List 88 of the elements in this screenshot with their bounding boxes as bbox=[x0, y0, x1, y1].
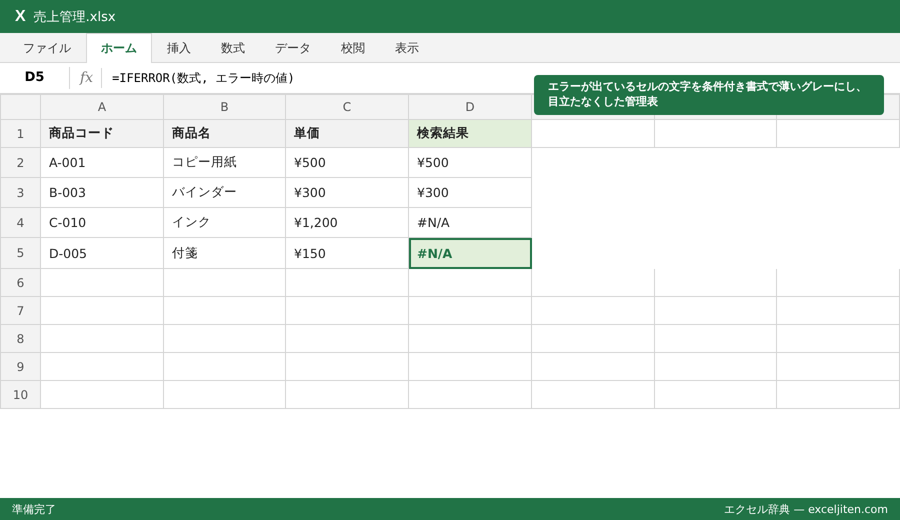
row-header[interactable]: 5 bbox=[1, 238, 41, 269]
app-icon: X bbox=[15, 8, 26, 26]
ribbon-tab[interactable]: 表示 bbox=[380, 33, 434, 62]
table-cell[interactable] bbox=[164, 353, 286, 381]
site-credit: エクセル辞典 — exceljiten.com bbox=[724, 502, 888, 516]
table-cell[interactable]: B-003 bbox=[41, 178, 164, 208]
header-cell[interactable]: 商品コード bbox=[41, 120, 164, 148]
table-cell[interactable] bbox=[532, 381, 655, 409]
table-cell[interactable] bbox=[409, 269, 532, 297]
row-header[interactable]: 10 bbox=[1, 381, 41, 409]
table-cell[interactable] bbox=[409, 381, 532, 409]
status-text: 準備完了 bbox=[12, 502, 56, 516]
table-cell[interactable]: ¥500 bbox=[286, 148, 409, 178]
table-cell[interactable]: ¥1,200 bbox=[286, 208, 409, 238]
ribbon-tab[interactable]: 校閲 bbox=[326, 33, 380, 62]
name-box[interactable]: D5 bbox=[0, 67, 70, 89]
table-cell[interactable] bbox=[655, 269, 777, 297]
table-cell[interactable] bbox=[532, 353, 655, 381]
table-cell[interactable] bbox=[532, 297, 655, 325]
column-header[interactable]: C bbox=[286, 95, 409, 120]
table-cell[interactable]: #N/A bbox=[409, 208, 532, 238]
table-cell[interactable]: C-010 bbox=[41, 208, 164, 238]
table-cell[interactable] bbox=[409, 297, 532, 325]
table-cell[interactable] bbox=[286, 269, 409, 297]
table-cell[interactable]: ¥500 bbox=[409, 148, 532, 178]
table-cell[interactable] bbox=[409, 353, 532, 381]
row-header[interactable]: 4 bbox=[1, 208, 41, 238]
table-cell[interactable] bbox=[532, 325, 655, 353]
select-all-corner[interactable] bbox=[1, 95, 41, 120]
table-cell[interactable] bbox=[655, 325, 777, 353]
table-cell[interactable]: ¥150 bbox=[286, 238, 409, 269]
table-cell[interactable] bbox=[655, 120, 777, 148]
column-header[interactable]: B bbox=[164, 95, 286, 120]
table-cell[interactable] bbox=[164, 381, 286, 409]
table-cell[interactable] bbox=[777, 120, 900, 148]
ribbon-tab[interactable]: データ bbox=[260, 33, 326, 62]
table-cell[interactable] bbox=[655, 381, 777, 409]
table-cell[interactable] bbox=[41, 269, 164, 297]
function-label[interactable]: fx bbox=[70, 68, 102, 88]
table-cell[interactable] bbox=[777, 353, 900, 381]
formula-field[interactable]: =IFERROR(数式, エラー時の値) bbox=[102, 70, 295, 86]
callout-tooltip: エラーが出ているセルの文字を条件付き書式で薄いグレーにし、目立たなくした管理表 bbox=[534, 75, 884, 115]
column-header[interactable]: D bbox=[409, 95, 532, 120]
table-cell[interactable]: インク bbox=[164, 208, 286, 238]
table-cell[interactable] bbox=[164, 325, 286, 353]
table-cell[interactable] bbox=[777, 297, 900, 325]
table-cell[interactable] bbox=[286, 325, 409, 353]
table-cell[interactable] bbox=[655, 297, 777, 325]
table-cell[interactable]: 付箋 bbox=[164, 238, 286, 269]
table-cell[interactable] bbox=[41, 381, 164, 409]
table-cell[interactable] bbox=[777, 381, 900, 409]
table-cell[interactable] bbox=[655, 353, 777, 381]
window-title: 売上管理.xlsx bbox=[34, 8, 116, 26]
column-header[interactable]: A bbox=[41, 95, 164, 120]
table-cell[interactable] bbox=[41, 325, 164, 353]
header-cell[interactable]: 単価 bbox=[286, 120, 409, 148]
table-cell[interactable]: D-005 bbox=[41, 238, 164, 269]
ribbon-tab[interactable]: ホーム bbox=[86, 33, 152, 63]
table-cell[interactable] bbox=[532, 269, 655, 297]
row-header[interactable]: 3 bbox=[1, 178, 41, 208]
table-cell[interactable] bbox=[164, 297, 286, 325]
table-cell[interactable]: #N/A bbox=[409, 238, 532, 269]
table-cell[interactable] bbox=[41, 353, 164, 381]
header-cell[interactable]: 検索結果 bbox=[409, 120, 532, 148]
header-cell[interactable]: 商品名 bbox=[164, 120, 286, 148]
row-header[interactable]: 2 bbox=[1, 148, 41, 178]
table-cell[interactable]: ¥300 bbox=[286, 178, 409, 208]
row-header[interactable]: 9 bbox=[1, 353, 41, 381]
table-cell[interactable] bbox=[777, 325, 900, 353]
table-cell[interactable] bbox=[777, 269, 900, 297]
table-cell[interactable] bbox=[286, 353, 409, 381]
table-cell[interactable]: バインダー bbox=[164, 178, 286, 208]
table-cell[interactable] bbox=[286, 381, 409, 409]
table-cell[interactable] bbox=[286, 297, 409, 325]
row-header[interactable]: 8 bbox=[1, 325, 41, 353]
table-cell[interactable] bbox=[409, 325, 532, 353]
ribbon-tab[interactable]: 挿入 bbox=[152, 33, 206, 62]
table-cell[interactable]: コピー用紙 bbox=[164, 148, 286, 178]
table-cell[interactable] bbox=[532, 120, 655, 148]
table-cell[interactable]: ¥300 bbox=[409, 178, 532, 208]
row-header[interactable]: 1 bbox=[1, 120, 41, 148]
table-cell[interactable] bbox=[164, 269, 286, 297]
row-header[interactable]: 6 bbox=[1, 269, 41, 297]
ribbon-tab[interactable]: ファイル bbox=[8, 33, 86, 62]
row-header[interactable]: 7 bbox=[1, 297, 41, 325]
table-cell[interactable] bbox=[41, 297, 164, 325]
table-cell[interactable]: A-001 bbox=[41, 148, 164, 178]
ribbon-tab[interactable]: 数式 bbox=[206, 33, 260, 62]
